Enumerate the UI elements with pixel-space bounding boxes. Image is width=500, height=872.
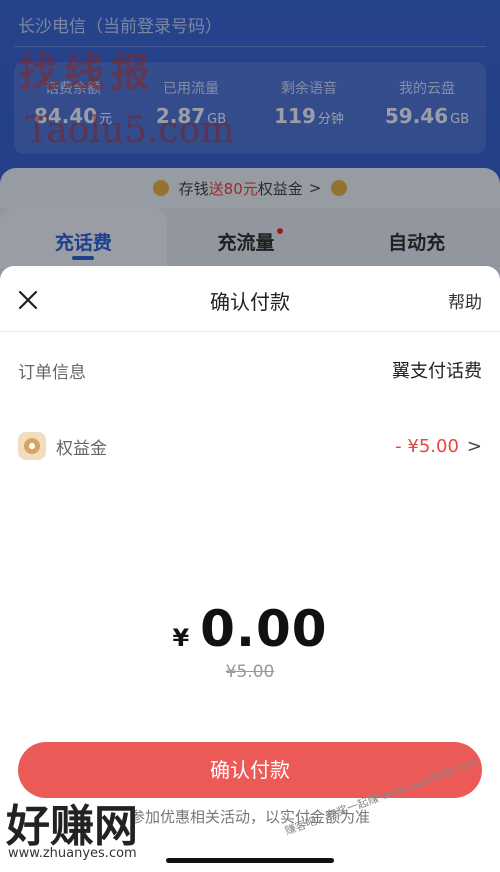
benefit-deduction: - ¥5.00 > — [395, 436, 482, 457]
currency-symbol: ¥ — [172, 624, 191, 652]
original-amount: ¥5.00 — [225, 662, 275, 682]
amount-block: ¥0.00 ¥5.00 — [0, 600, 500, 682]
sheet-title: 确认付款 — [210, 290, 290, 314]
benefit-label: 权益金 — [56, 438, 107, 459]
chevron-right-icon: > — [466, 435, 482, 457]
watermark-bottom: 好赚网 — [6, 801, 138, 852]
help-link[interactable]: 帮助 — [448, 288, 482, 313]
order-value: 翼支付话费 — [392, 361, 482, 382]
deduction-value: - ¥5.00 — [395, 435, 459, 457]
benefit-row[interactable]: 权益金 - ¥5.00 > — [0, 408, 500, 484]
home-indicator[interactable] — [166, 858, 334, 863]
pay-amount: ¥0.00 — [0, 600, 500, 658]
order-info-row: 订单信息 翼支付话费 — [0, 332, 500, 408]
benefit-coin-icon — [18, 432, 46, 460]
amount-value: 0.00 — [200, 600, 328, 658]
benefit-left: 权益金 — [18, 432, 395, 460]
watermark-bottom-url: www.zhuanyes.com — [8, 846, 137, 861]
sheet-header: 确认付款 帮助 — [0, 266, 500, 332]
order-label: 订单信息 — [18, 362, 86, 383]
